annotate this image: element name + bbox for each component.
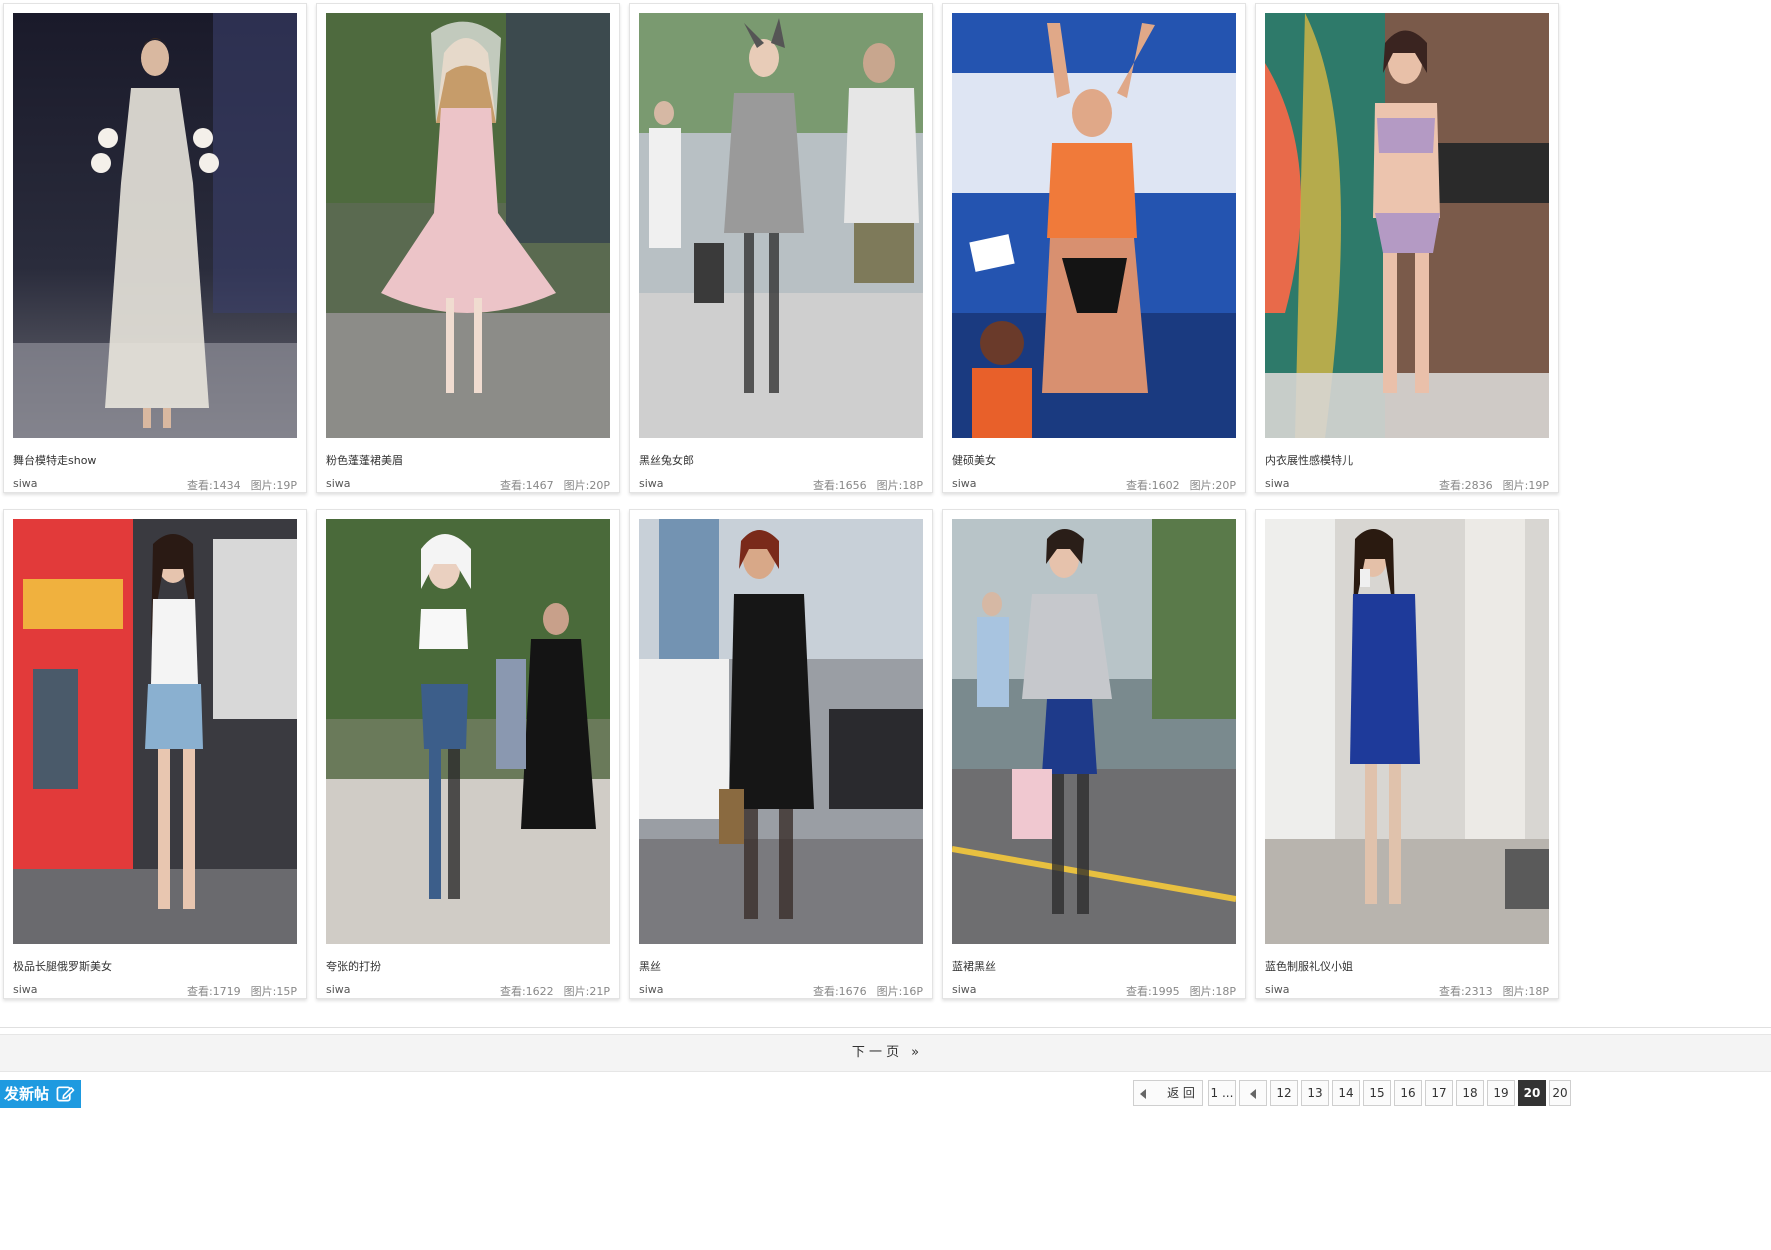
picture-count: 图片:19P — [250, 479, 297, 492]
card-stats: 查看:1622 图片:21P — [500, 983, 610, 999]
gallery-card[interactable]: 极品长腿俄罗斯美女 siwa 查看:1719 图片:15P — [3, 509, 307, 999]
gallery-card[interactable]: 黑丝兔女郎 siwa 查看:1656 图片:18P — [629, 3, 933, 493]
page-link[interactable]: 17 — [1425, 1080, 1453, 1106]
section-divider — [0, 1027, 1771, 1028]
page-link[interactable]: 13 — [1301, 1080, 1329, 1106]
card-author[interactable]: siwa — [13, 983, 38, 996]
prev-page-button[interactable] — [1239, 1080, 1267, 1106]
card-author[interactable]: siwa — [1265, 477, 1290, 490]
page-jump-input[interactable]: 20 — [1549, 1080, 1571, 1106]
view-count: 查看:1602 — [1125, 479, 1180, 492]
gallery-card[interactable]: 舞台模特走show siwa 查看:1434 图片:19P — [3, 3, 307, 493]
current-page: 20 — [1518, 1080, 1546, 1106]
view-count: 查看:1434 — [186, 479, 241, 492]
thumbnail-image[interactable] — [1265, 519, 1549, 944]
view-count: 查看:2313 — [1438, 985, 1493, 998]
card-title[interactable]: 黑丝 — [639, 958, 661, 974]
picture-count: 图片:18P — [1189, 985, 1236, 998]
gallery-card[interactable]: 蓝色制服礼仪小姐 siwa 查看:2313 图片:18P — [1255, 509, 1559, 999]
first-page-link[interactable]: 1 ... — [1208, 1080, 1236, 1106]
card-stats: 查看:1434 图片:19P — [187, 477, 297, 493]
thumbnail-image[interactable] — [639, 519, 923, 944]
gallery-card[interactable]: 健硕美女 siwa 查看:1602 图片:20P — [942, 3, 1246, 493]
gallery-card[interactable]: 黑丝 siwa 查看:1676 图片:16P — [629, 509, 933, 999]
picture-count: 图片:20P — [563, 479, 610, 492]
new-post-button[interactable]: 发新帖 — [0, 1080, 81, 1108]
card-title[interactable]: 健硕美女 — [952, 452, 996, 468]
page-link[interactable]: 19 — [1487, 1080, 1515, 1106]
picture-count: 图片:19P — [1502, 479, 1549, 492]
card-stats: 查看:1656 图片:18P — [813, 477, 923, 493]
card-author[interactable]: siwa — [952, 983, 977, 996]
next-page-arrow-icon: » — [911, 1045, 920, 1060]
edit-pen-icon — [56, 1086, 75, 1102]
card-title[interactable]: 粉色蓬蓬裙美眉 — [326, 452, 403, 468]
view-count: 查看:1467 — [499, 479, 554, 492]
thumbnail-image[interactable] — [952, 13, 1236, 438]
view-count: 查看:2836 — [1438, 479, 1493, 492]
card-stats: 查看:1602 图片:20P — [1126, 477, 1236, 493]
thumbnail-image[interactable] — [326, 13, 610, 438]
card-stats: 查看:1467 图片:20P — [500, 477, 610, 493]
gallery-card[interactable]: 粉色蓬蓬裙美眉 siwa 查看:1467 图片:20P — [316, 3, 620, 493]
picture-count: 图片:18P — [876, 479, 923, 492]
picture-count: 图片:21P — [563, 985, 610, 998]
next-page-button[interactable]: 下 一 页 » — [0, 1034, 1771, 1072]
view-count: 查看:1676 — [812, 985, 867, 998]
card-author[interactable]: siwa — [952, 477, 977, 490]
card-title[interactable]: 极品长腿俄罗斯美女 — [13, 958, 112, 974]
picture-count: 图片:18P — [1502, 985, 1549, 998]
back-label: 返 回 — [1167, 1086, 1195, 1100]
thumbnail-image[interactable] — [1265, 13, 1549, 438]
thumbnail-image[interactable] — [952, 519, 1236, 944]
prev-arrow-icon — [1250, 1088, 1256, 1099]
card-title[interactable]: 蓝裙黑丝 — [952, 958, 996, 974]
thumbnail-image[interactable] — [326, 519, 610, 944]
card-title[interactable]: 蓝色制服礼仪小姐 — [1265, 958, 1353, 974]
thumbnail-image[interactable] — [639, 13, 923, 438]
card-title[interactable]: 舞台模特走show — [13, 452, 96, 468]
card-title[interactable]: 内衣展性感模特儿 — [1265, 452, 1353, 468]
picture-count: 图片:20P — [1189, 479, 1236, 492]
thumbnail-image[interactable] — [13, 13, 297, 438]
gallery-card[interactable]: 蓝裙黑丝 siwa 查看:1995 图片:18P — [942, 509, 1246, 999]
page-link[interactable]: 18 — [1456, 1080, 1484, 1106]
card-stats: 查看:1676 图片:16P — [813, 983, 923, 999]
card-author[interactable]: siwa — [13, 477, 38, 490]
card-title[interactable]: 夸张的打扮 — [326, 958, 381, 974]
card-stats: 查看:1719 图片:15P — [187, 983, 297, 999]
picture-count: 图片:15P — [250, 985, 297, 998]
card-stats: 查看:2313 图片:18P — [1439, 983, 1549, 999]
card-author[interactable]: siwa — [639, 477, 664, 490]
view-count: 查看:1622 — [499, 985, 554, 998]
card-author[interactable]: siwa — [1265, 983, 1290, 996]
view-count: 查看:1656 — [812, 479, 867, 492]
page-link[interactable]: 14 — [1332, 1080, 1360, 1106]
thumbnail-image[interactable] — [13, 519, 297, 944]
card-stats: 查看:2836 图片:19P — [1439, 477, 1549, 493]
gallery-card[interactable]: 夸张的打扮 siwa 查看:1622 图片:21P — [316, 509, 620, 999]
view-count: 查看:1995 — [1125, 985, 1180, 998]
next-page-label: 下 一 页 — [851, 1045, 900, 1060]
gallery-card[interactable]: 内衣展性感模特儿 siwa 查看:2836 图片:19P — [1255, 3, 1559, 493]
page-link[interactable]: 15 — [1363, 1080, 1391, 1106]
card-author[interactable]: siwa — [326, 983, 351, 996]
page-link[interactable]: 16 — [1394, 1080, 1422, 1106]
card-title[interactable]: 黑丝兔女郎 — [639, 452, 694, 468]
picture-count: 图片:16P — [876, 985, 923, 998]
back-button[interactable]: 返 回 — [1133, 1080, 1203, 1106]
new-post-label: 发新帖 — [4, 1085, 50, 1103]
card-author[interactable]: siwa — [326, 477, 351, 490]
page-link[interactable]: 12 — [1270, 1080, 1298, 1106]
card-stats: 查看:1995 图片:18P — [1126, 983, 1236, 999]
card-author[interactable]: siwa — [639, 983, 664, 996]
view-count: 查看:1719 — [186, 985, 241, 998]
back-arrow-icon — [1140, 1089, 1146, 1099]
